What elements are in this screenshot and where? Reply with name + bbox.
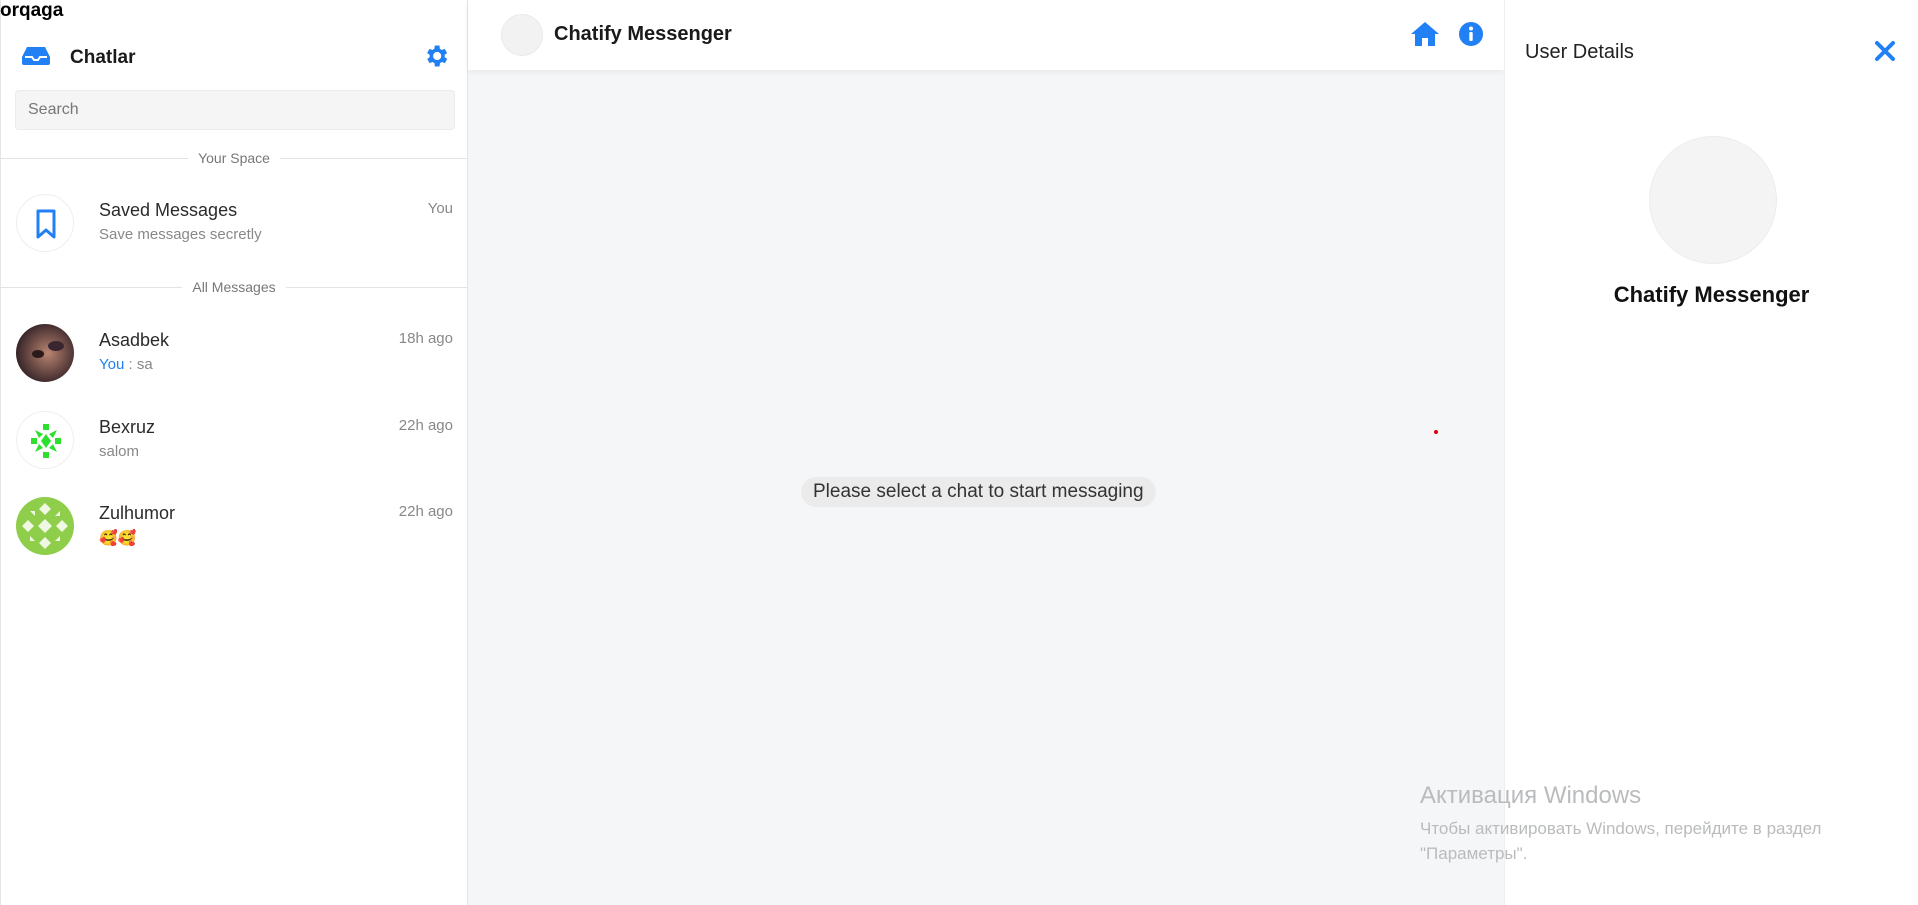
identicon-icon	[17, 412, 73, 468]
back-link[interactable]: orqaga	[0, 0, 63, 22]
messenger-main: Chatify Messenger Please select a chat t…	[468, 0, 1504, 905]
all-messages-divider: All Messages	[1, 279, 467, 295]
details-title: User Details	[1525, 41, 1634, 63]
sidebar: Chatlar Your Space Saved Messages Save m…	[0, 0, 468, 905]
contact-item-asadbek[interactable]: Asadbek You : sa 18h ago	[1, 324, 467, 400]
app: Chatlar Your Space Saved Messages Save m…	[0, 0, 1918, 905]
search-input[interactable]	[15, 90, 455, 130]
saved-messages-item[interactable]: Saved Messages Save messages secretly Yo…	[1, 194, 467, 270]
saved-messages-preview: Save messages secretly	[99, 226, 262, 243]
your-space-label: Your Space	[188, 150, 280, 166]
identicon-icon	[16, 497, 74, 555]
contact-item-bexruz[interactable]: Bexruz salom 22h ago	[1, 411, 467, 487]
contact-time: 18h ago	[398, 330, 453, 347]
empty-chat-message: Please select a chat to start messaging	[801, 477, 1156, 507]
home-icon[interactable]	[1410, 20, 1440, 48]
contact-preview: salom	[99, 443, 140, 460]
contact-preview: You : sa	[99, 356, 153, 373]
preview-text: : sa	[124, 356, 153, 373]
saved-messages-name: Saved Messages	[99, 200, 238, 220]
your-space-divider: Your Space	[1, 150, 467, 166]
contact-time: 22h ago	[398, 417, 453, 434]
avatar	[16, 411, 74, 469]
contact-preview: 🥰🥰	[99, 530, 137, 547]
saved-messages-avatar	[16, 194, 74, 252]
user-details-panel: User Details Chatify Messenger	[1504, 0, 1918, 905]
all-messages-label: All Messages	[182, 279, 286, 295]
info-icon[interactable]	[1459, 22, 1483, 46]
contact-name: Asadbek	[99, 330, 170, 350]
main-title: Chatify Messenger	[554, 23, 732, 45]
close-icon[interactable]	[1874, 40, 1896, 62]
contact-name: Bexruz	[99, 417, 156, 437]
bookmark-icon	[36, 209, 56, 239]
avatar	[501, 14, 543, 56]
red-dot	[1434, 430, 1438, 434]
sidebar-title: Chatlar	[70, 47, 136, 68]
inbox-icon	[22, 47, 50, 65]
gear-icon[interactable]	[422, 42, 450, 70]
saved-messages-time: You	[427, 200, 453, 217]
you-prefix: You	[99, 356, 125, 373]
avatar	[1649, 136, 1777, 264]
avatar	[16, 324, 74, 382]
asadbek-photo	[16, 324, 74, 382]
avatar	[16, 497, 74, 555]
contact-time: 22h ago	[398, 503, 453, 520]
contact-item-zulhumor[interactable]: Zulhumor 🥰🥰 22h ago	[1, 497, 467, 573]
details-name: Chatify Messenger	[1613, 282, 1810, 307]
main-header: Chatify Messenger	[468, 0, 1504, 70]
sidebar-header: Chatlar	[1, 40, 467, 76]
contact-name: Zulhumor	[99, 503, 176, 523]
